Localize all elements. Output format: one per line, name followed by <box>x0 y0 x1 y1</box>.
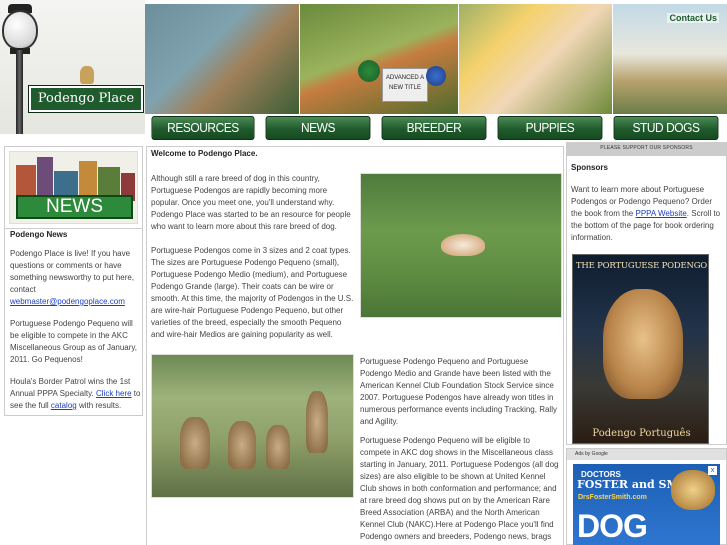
site-name-sign: Podengo Place <box>28 85 144 113</box>
webmaster-email-link[interactable]: webmaster@podengoplace.com <box>10 297 125 306</box>
nav-puppies[interactable]: PUPPIES <box>497 116 603 140</box>
title-card: ADVANCED A NEW TITLE <box>382 68 428 102</box>
street-lamp-icon <box>2 10 38 50</box>
ad-dog-image <box>671 470 715 510</box>
dog-shape <box>266 425 290 469</box>
news-item-akc: Portuguese Podengo Pequeno will be eligi… <box>10 319 138 364</box>
news-banner-label: NEWS <box>16 195 133 219</box>
header-photo-agility-jump: Contact Us <box>613 4 727 114</box>
blue-ribbon-icon <box>426 66 446 86</box>
dog-portrait-shape <box>603 289 683 399</box>
header-photo-strip: ADVANCED A NEW TITLE Contact Us <box>145 0 727 114</box>
dog-shape <box>228 421 256 469</box>
nav-breeder-directory[interactable]: BREEDER DIRECTORY <box>381 116 487 157</box>
dog-silhouette-icon <box>80 66 94 84</box>
header-photo-girl-with-puppy <box>459 4 612 114</box>
main-content: Welcome to Podengo Place. Although still… <box>146 146 564 545</box>
ads-by-google-label[interactable]: Ads by Google <box>567 449 726 460</box>
divider <box>5 228 142 229</box>
book-footer: Podengo Português <box>592 428 691 439</box>
running-dog-shape <box>441 234 485 256</box>
header-photo-dog-on-podium <box>145 4 299 114</box>
support-sponsors-label: PLEASE SUPPORT OUR SPONSORS <box>566 142 727 155</box>
akc-fss-paragraph: Portuguese Podengo Pequeno and Portugues… <box>360 357 557 426</box>
photo-dog-group <box>151 354 354 498</box>
sponsor-sidebar: PLEASE SUPPORT OUR SPONSORS Sponsors Wan… <box>566 142 727 545</box>
sponsors-heading: Sponsors <box>571 163 608 172</box>
header-photo-show-winner: ADVANCED A NEW TITLE <box>300 4 458 114</box>
news-heading: Podengo News <box>10 230 68 239</box>
news-item-live: Podengo Place is live! If you have quest… <box>10 248 142 308</box>
catalog-link[interactable]: catalog <box>51 401 77 410</box>
ads-box: Ads by Google DOCTORS FOSTER and SMITH D… <box>566 448 727 545</box>
book-cover-image[interactable]: THE PORTUGUESE PODENGO Podengo Português <box>572 254 709 444</box>
news-item-specialty: Houla's Border Patrol wins the 1st Annua… <box>10 376 142 412</box>
book-title: THE PORTUGUESE PODENGO <box>575 261 708 271</box>
sponsors-box: Sponsors Want to learn more about Portug… <box>566 155 727 445</box>
dog-shape <box>180 417 210 469</box>
photo-running-dog <box>360 173 562 318</box>
ad-close-icon[interactable]: x <box>708 466 717 475</box>
sizes-paragraph: Portuguese Podengos come in 3 sizes and … <box>151 246 354 339</box>
news-item-text: Podengo Place is live! If you have quest… <box>10 249 135 294</box>
nav-news[interactable]: NEWS <box>265 116 371 140</box>
lamp-pole <box>16 50 23 134</box>
news-banner-image: NEWS <box>9 151 138 224</box>
site-header: Podengo Place ADVANCED A NEW TITLE Conta… <box>0 0 727 157</box>
ad-big-text: DOG <box>577 508 648 544</box>
site-logo[interactable]: Podengo Place <box>0 0 145 134</box>
contact-us-link[interactable]: Contact Us <box>667 13 719 23</box>
nav-stud-dogs[interactable]: STUD DOGS <box>613 116 719 140</box>
welcome-heading: Welcome to Podengo Place. <box>151 149 258 158</box>
pppa-website-link[interactable]: PPPA Website <box>635 209 686 218</box>
news-sidebar: NEWS Podengo News Podengo Place is live!… <box>4 146 143 416</box>
drs-foster-smith-ad[interactable]: DOCTORS FOSTER and SMITH DrsFosterSmith.… <box>573 464 720 545</box>
nav-resources[interactable]: RESOURCES <box>151 116 255 140</box>
intro-paragraph: Although still a rare breed of dog in th… <box>151 174 351 231</box>
dog-shape <box>306 391 328 453</box>
shows-paragraph: Portuguese Podengo Pequeno will be eligi… <box>360 436 559 545</box>
click-here-link[interactable]: Click here <box>96 389 132 398</box>
green-ribbon-icon <box>358 60 380 82</box>
ad-line-url: DrsFosterSmith.com <box>578 494 647 501</box>
main-nav: RESOURCES NEWS BREEDER DIRECTORY PUPPIES… <box>145 114 727 157</box>
sponsors-text: Want to learn more about Portuguese Pode… <box>571 184 725 244</box>
news-item-text: with results. <box>76 401 122 410</box>
